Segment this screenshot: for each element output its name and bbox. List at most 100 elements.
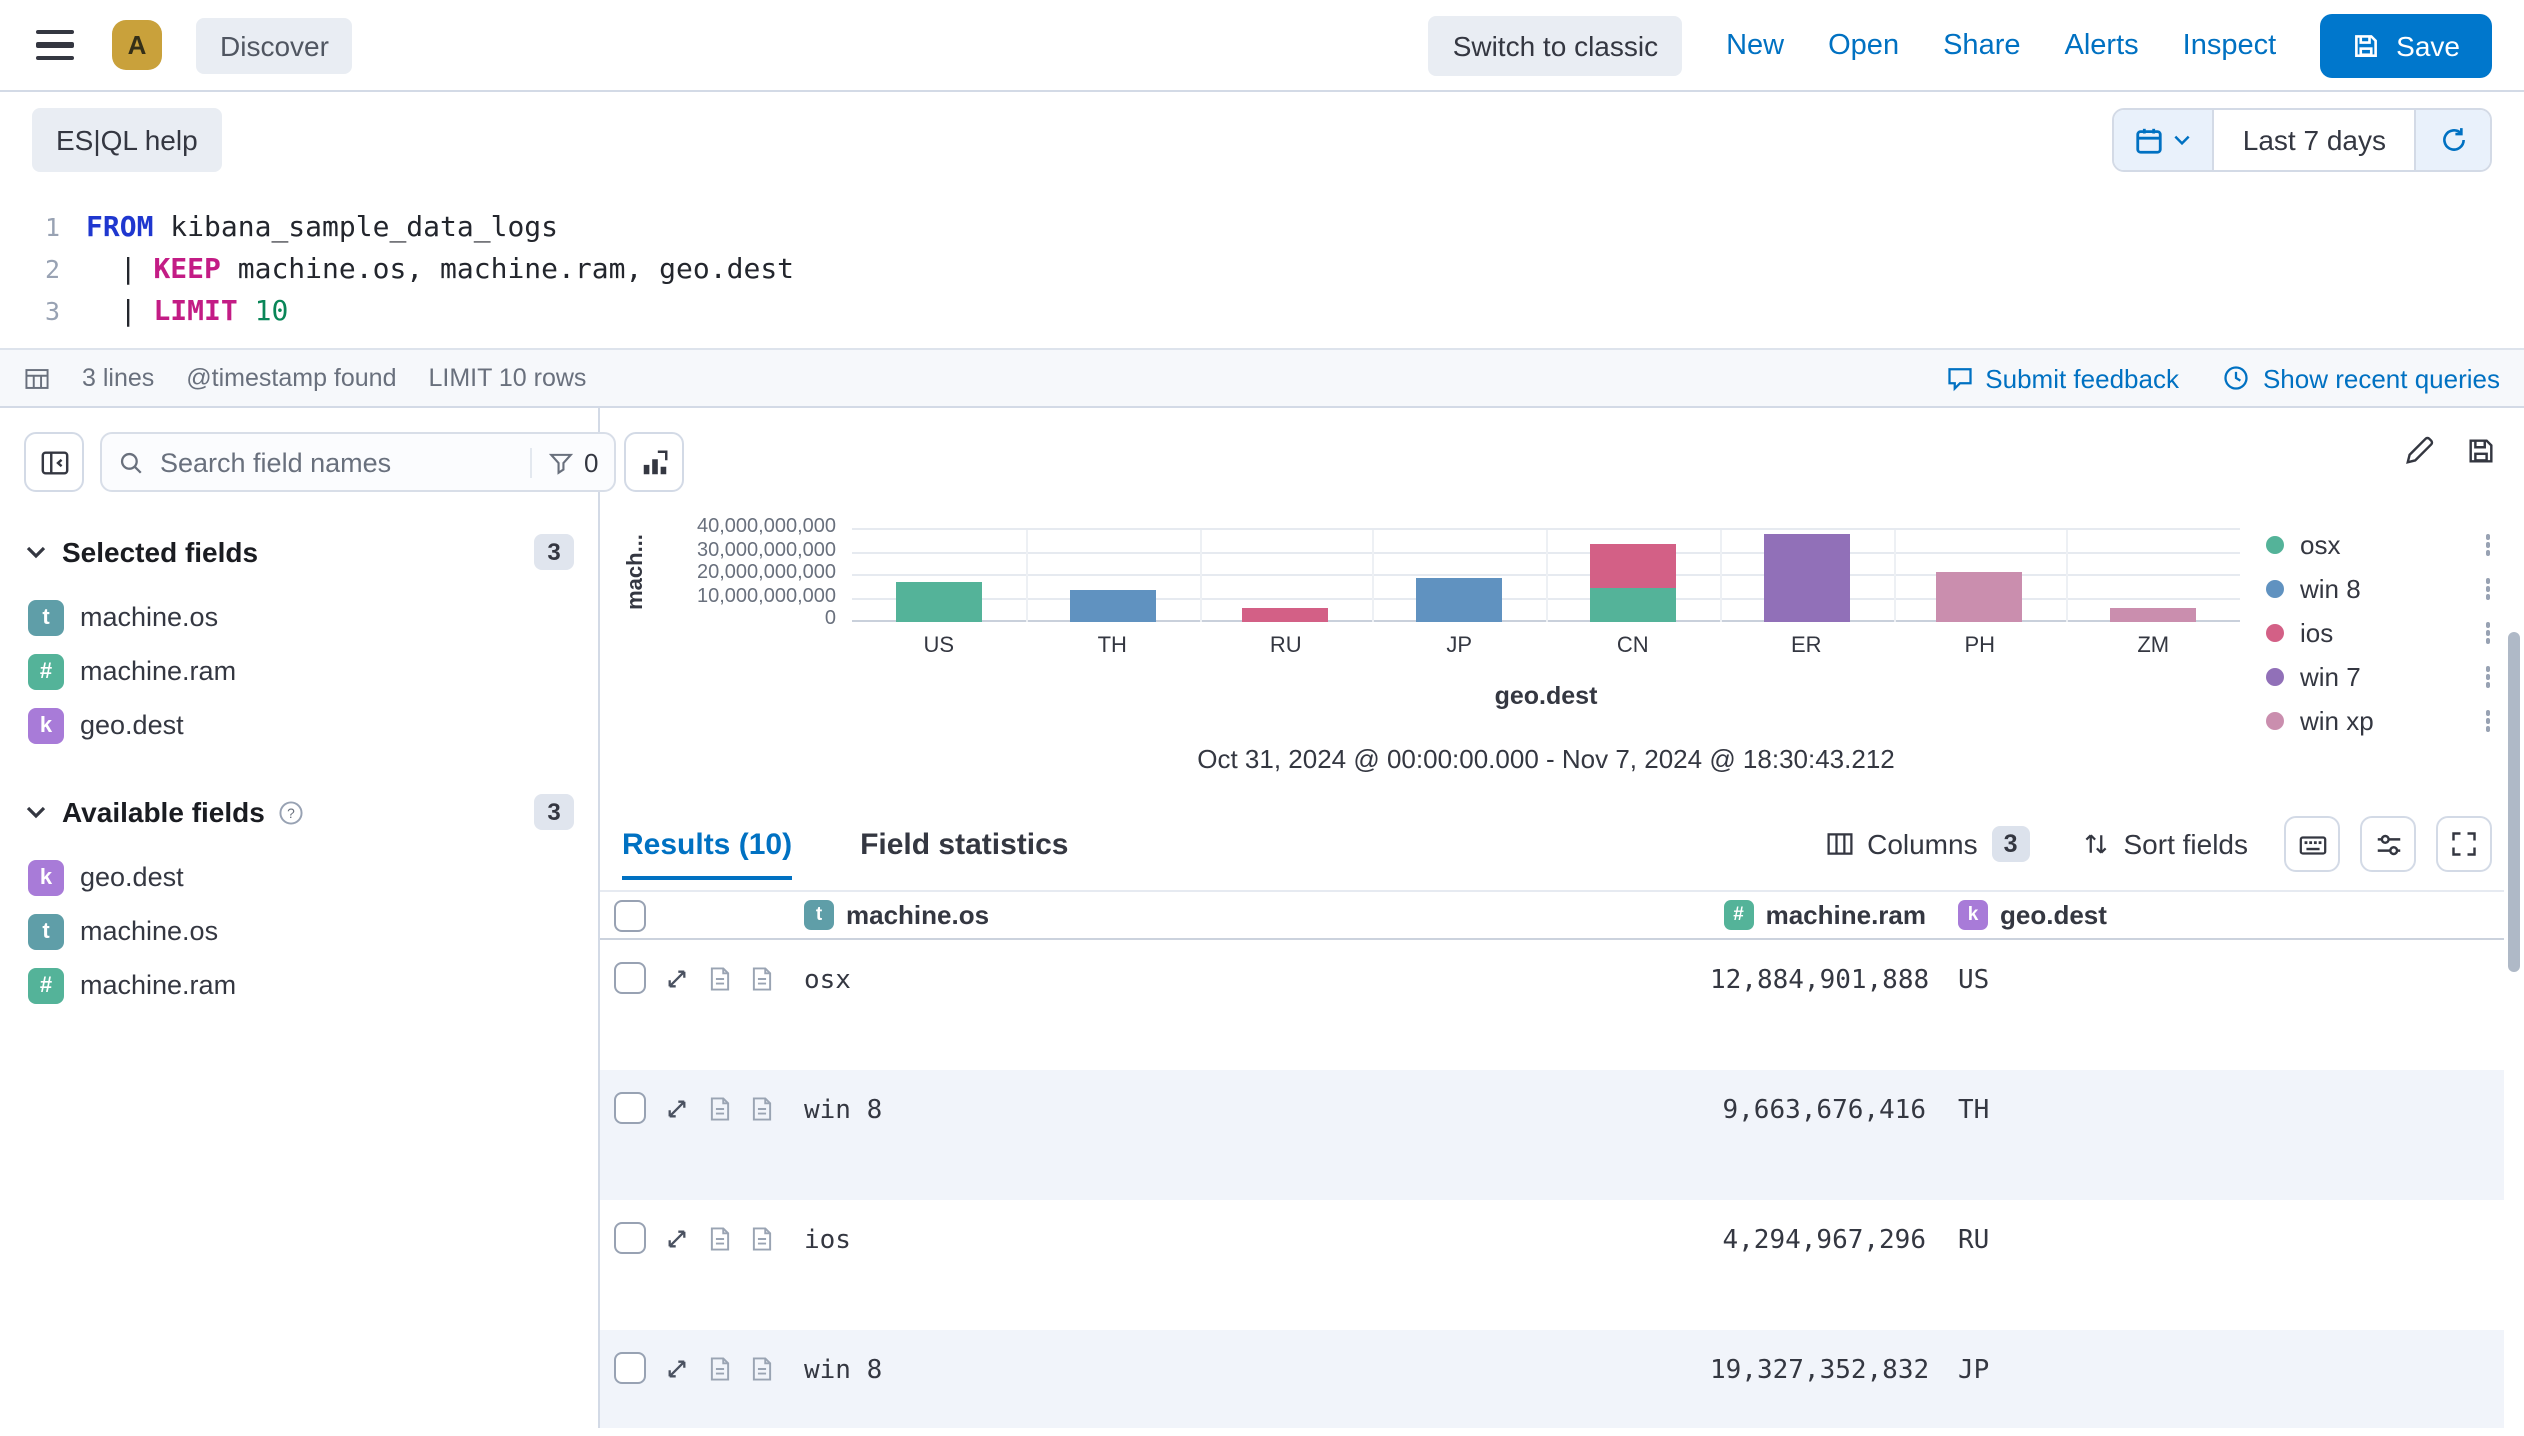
save-visualization-button[interactable]: [2466, 436, 2496, 466]
header-link-new[interactable]: New: [1726, 29, 1784, 61]
inspect-document-icon[interactable]: [750, 1226, 774, 1252]
time-range-button[interactable]: Last 7 days: [2215, 110, 2414, 170]
columns-button[interactable]: Columns 3: [1809, 816, 2045, 872]
code-line[interactable]: 2 | KEEP machine.os, machine.ram, geo.de…: [0, 248, 2524, 290]
legend-item-win 7[interactable]: win 7: [2266, 664, 2490, 690]
chart-x-axis-label: geo.dest: [852, 682, 2240, 710]
quick-select-date-button[interactable]: [2115, 110, 2215, 170]
legend-item-osx[interactable]: osx: [2266, 532, 2490, 558]
legend-item-win xp[interactable]: win xp: [2266, 708, 2490, 734]
esql-editor[interactable]: 1FROM kibana_sample_data_logs2 | KEEP ma…: [0, 188, 2524, 348]
code-line[interactable]: 1FROM kibana_sample_data_logs: [0, 206, 2524, 248]
view-document-icon[interactable]: [708, 1226, 732, 1252]
legend-actions-icon[interactable]: [2485, 623, 2490, 644]
grid-header-controls: [600, 899, 800, 931]
keyboard-shortcuts-button[interactable]: [2284, 816, 2340, 872]
field-item-geo.dest[interactable]: kgeo.dest: [24, 850, 574, 904]
expand-row-icon[interactable]: [664, 966, 690, 992]
inspect-document-icon[interactable]: [750, 1356, 774, 1382]
gridline: [1026, 530, 1028, 622]
show-recent-queries-link[interactable]: Show recent queries: [2223, 363, 2500, 393]
esql-help-button[interactable]: ES|QL help: [32, 108, 222, 172]
field-type-icon: #: [1724, 900, 1754, 930]
date-picker: Last 7 days: [2113, 108, 2492, 172]
field-filter-button[interactable]: 0: [530, 447, 598, 477]
column-header-machine-os[interactable]: tmachine.os: [800, 900, 1710, 930]
breadcrumb-discover[interactable]: Discover: [196, 17, 353, 73]
editor-footer-right: Submit feedback Show recent queries: [1945, 363, 2500, 393]
submit-feedback-link[interactable]: Submit feedback: [1945, 363, 2179, 393]
select-all-checkbox[interactable]: [614, 899, 646, 931]
refresh-button[interactable]: [2414, 110, 2490, 170]
row-checkbox[interactable]: [614, 1092, 646, 1124]
header-link-alerts[interactable]: Alerts: [2065, 29, 2139, 61]
selected-fields-label: Selected fields: [62, 536, 258, 568]
results-tabs: Results (10) Field statistics: [622, 827, 1068, 880]
selected-fields-header[interactable]: Selected fields 3: [24, 534, 574, 570]
bar-JP-win 8[interactable]: [1416, 578, 1502, 622]
scrollbar-thumb[interactable]: [2508, 632, 2520, 972]
collapse-sidebar-button[interactable]: [24, 432, 84, 492]
space-avatar[interactable]: A: [112, 20, 162, 70]
view-document-icon[interactable]: [708, 1356, 732, 1382]
chart-type-picker-button[interactable]: [624, 432, 684, 492]
field-name: machine.ram: [80, 656, 236, 686]
header-link-open[interactable]: Open: [1828, 29, 1899, 61]
row-controls: [600, 940, 800, 1070]
expand-row-icon[interactable]: [664, 1356, 690, 1382]
table-rows: osx12,884,901,888USwin 89,663,676,416THi…: [600, 940, 2504, 1428]
legend-item-win 8[interactable]: win 8: [2266, 576, 2490, 602]
filter-icon: [548, 449, 574, 475]
column-header-geo-dest[interactable]: kgeo.dest: [1946, 900, 2504, 930]
view-document-icon[interactable]: [708, 1096, 732, 1122]
legend-actions-icon[interactable]: [2485, 535, 2490, 556]
cell-machine-os: win 8: [800, 1070, 1710, 1200]
query-toolbar: ES|QL help Last 7 days: [0, 92, 2524, 188]
row-checkbox[interactable]: [614, 962, 646, 994]
limit-status: LIMIT 10 rows: [429, 364, 587, 392]
bar-RU-ios[interactable]: [1243, 607, 1329, 622]
header-link-inspect[interactable]: Inspect: [2183, 29, 2277, 61]
column-header-machine-ram[interactable]: #machine.ram: [1710, 900, 1946, 930]
field-item-machine.ram[interactable]: #machine.ram: [24, 644, 574, 698]
header-link-share[interactable]: Share: [1943, 29, 2020, 61]
menu-icon[interactable]: [32, 22, 78, 68]
inspect-document-icon[interactable]: [750, 1096, 774, 1122]
tab-results[interactable]: Results (10): [622, 827, 792, 880]
help-icon[interactable]: ?: [279, 799, 305, 825]
field-item-geo.dest[interactable]: kgeo.dest: [24, 698, 574, 752]
vertical-scrollbar[interactable]: [2508, 408, 2520, 1428]
legend-actions-icon[interactable]: [2485, 579, 2490, 600]
save-button[interactable]: Save: [2320, 13, 2492, 77]
field-item-machine.os[interactable]: tmachine.os: [24, 904, 574, 958]
row-checkbox[interactable]: [614, 1352, 646, 1384]
fullscreen-button[interactable]: [2436, 816, 2492, 872]
field-item-machine.os[interactable]: tmachine.os: [24, 590, 574, 644]
legend-item-ios[interactable]: ios: [2266, 620, 2490, 646]
inspect-document-icon[interactable]: [750, 966, 774, 992]
expand-row-icon[interactable]: [664, 1096, 690, 1122]
tab-field-statistics[interactable]: Field statistics: [860, 827, 1068, 880]
bar-TH-win 8[interactable]: [1069, 590, 1155, 622]
sort-fields-button[interactable]: Sort fields: [2066, 816, 2265, 872]
bar-PH-win xp[interactable]: [1937, 573, 2023, 622]
legend-actions-icon[interactable]: [2485, 711, 2490, 732]
field-item-machine.ram[interactable]: #machine.ram: [24, 958, 574, 1012]
code-line[interactable]: 3 | LIMIT 10: [0, 290, 2524, 332]
row-checkbox[interactable]: [614, 1222, 646, 1254]
bar-ZM-win xp[interactable]: [2110, 607, 2196, 622]
switch-to-classic-button[interactable]: Switch to classic: [1429, 15, 1682, 75]
legend-color-dot: [2266, 536, 2284, 554]
bar-ER-win 7[interactable]: [1763, 533, 1849, 622]
available-fields-header[interactable]: Available fields ? 3: [24, 794, 574, 830]
bar-US-osx[interactable]: [896, 583, 982, 623]
legend-actions-icon[interactable]: [2485, 667, 2490, 688]
edit-visualization-button[interactable]: [2404, 436, 2434, 466]
bar-CN-osx[interactable]: [1590, 587, 1676, 622]
expand-row-icon[interactable]: [664, 1226, 690, 1252]
grid-toolbar: Columns 3 Sort fields: [1809, 816, 2492, 880]
search-field-names-input[interactable]: [156, 445, 518, 479]
bar-CN-ios[interactable]: [1590, 543, 1676, 587]
display-options-button[interactable]: [2360, 816, 2416, 872]
view-document-icon[interactable]: [708, 966, 732, 992]
